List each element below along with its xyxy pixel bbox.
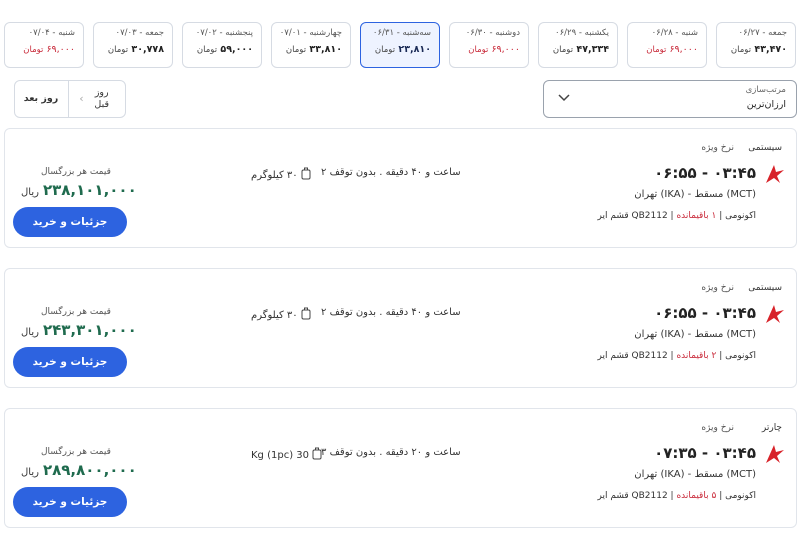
date-label: شنبه - ۰۶/۲۸ <box>651 28 698 38</box>
sort-dropdown[interactable]: مرتب‌سازی ارزان‌ترین <box>543 80 797 118</box>
date-label: دوشنبه - ۰۶/۳۰ <box>465 28 520 38</box>
details-buy-button[interactable]: جزئیات و خرید <box>13 347 127 377</box>
flight-price: ۲۴۳,۳۰۱,۰۰۰ریال <box>21 321 137 339</box>
next-day-button[interactable]: روز بعد <box>15 81 67 117</box>
flight-card: چارتر نرخ ویژه ۰۷:۳۵ - ۰۳:۴۵ تهران (IKA)… <box>4 408 797 528</box>
flight-card: سیستمی نرخ ویژه ۰۶:۵۵ - ۰۳:۴۵ تهران (IKA… <box>4 268 797 388</box>
date-card[interactable]: جمعه - ۰۶/۲۷ ۴۳,۴۷۰ تومان <box>716 22 796 68</box>
baggage-allowance: 30 Kg (1pc) <box>251 447 322 463</box>
date-price: ۶۹,۰۰۰ تومان <box>23 44 75 55</box>
luggage-icon <box>312 447 322 463</box>
flight-price: ۲۳۸,۱۰۱,۰۰۰ریال <box>21 181 137 199</box>
date-card[interactable]: شنبه - ۰۷/۰۴ ۶۹,۰۰۰ تومان <box>4 22 84 68</box>
price-label: قیمت هر بزرگسال <box>41 447 111 457</box>
date-label: پنجشنبه - ۰۷/۰۲ <box>195 28 253 38</box>
date-price: ۳۰,۷۷۸ تومان <box>107 44 164 55</box>
flight-route: تهران (IKA) - مسقط (MCT) <box>634 329 756 340</box>
airline-info: قشم ایر QB2112 | اکونومی | ۲ باقیمانده <box>597 351 756 361</box>
flight-duration: ۲ ساعت و ۴۰ دقیقه . بدون توقف <box>321 307 461 318</box>
luggage-icon <box>301 307 311 323</box>
date-label: سه‌شنبه - ۰۶/۳۱ <box>372 28 431 38</box>
price-label: قیمت هر بزرگسال <box>41 167 111 177</box>
details-buy-button[interactable]: جزئیات و خرید <box>13 487 127 517</box>
details-buy-button[interactable]: جزئیات و خرید <box>13 207 127 237</box>
flight-route: تهران (IKA) - مسقط (MCT) <box>634 189 756 200</box>
date-price: ۶۹,۰۰۰ تومان <box>646 44 698 55</box>
seats-left: ۱ باقیمانده <box>676 211 717 221</box>
flight-times: ۰۷:۳۵ - ۰۳:۴۵ <box>654 444 756 462</box>
fare-type: نرخ ویژه <box>701 143 734 153</box>
date-selector: جمعه - ۰۶/۲۷ ۴۳,۴۷۰ تومان شنبه - ۰۶/۲۸ ۶… <box>4 22 800 70</box>
seats-left: ۲ باقیمانده <box>676 351 717 361</box>
baggage-allowance: ۳۰ کیلوگرم <box>251 307 311 323</box>
baggage-allowance: ۳۰ کیلوگرم <box>251 167 311 183</box>
date-label: شنبه - ۰۷/۰۴ <box>28 28 75 38</box>
price-label: قیمت هر بزرگسال <box>41 307 111 317</box>
airline-info: قشم ایر QB2112 | اکونومی | ۵ باقیمانده <box>597 491 756 501</box>
date-price: ۳۳,۸۱۰ تومان <box>285 44 342 55</box>
airline-logo-icon <box>764 303 786 325</box>
fare-type: نرخ ویژه <box>701 283 734 293</box>
date-price: ۴۷,۳۳۴ تومان <box>552 44 609 55</box>
date-card[interactable]: چهارشنبه - ۰۷/۰۱ ۳۳,۸۱۰ تومان <box>271 22 351 68</box>
flight-duration: ۳ ساعت و ۲۰ دقیقه . بدون توقف <box>321 447 461 458</box>
fare-type: نرخ ویژه <box>701 423 734 433</box>
date-price: ۲۳,۸۱۰ تومان <box>374 44 431 55</box>
prev-day-button[interactable]: روز قبل › <box>68 81 126 117</box>
date-card[interactable]: شنبه - ۰۶/۲۸ ۶۹,۰۰۰ تومان <box>627 22 707 68</box>
flight-price: ۲۸۹,۸۰۰,۰۰۰ریال <box>21 461 137 479</box>
flight-card: سیستمی نرخ ویژه ۰۶:۵۵ - ۰۳:۴۵ تهران (IKA… <box>4 128 797 248</box>
prev-day-label: روز قبل <box>94 87 109 110</box>
flight-duration: ۲ ساعت و ۴۰ دقیقه . بدون توقف <box>321 167 461 178</box>
flight-times: ۰۶:۵۵ - ۰۳:۴۵ <box>654 304 756 322</box>
chevron-right-icon: › <box>79 92 84 105</box>
day-navigation: روز بعد روز قبل › <box>14 80 126 118</box>
sort-label: مرتب‌سازی <box>745 85 786 95</box>
flight-times: ۰۶:۵۵ - ۰۳:۴۵ <box>654 164 756 182</box>
flight-route: تهران (IKA) - مسقط (MCT) <box>634 469 756 480</box>
date-card[interactable]: یکشنبه - ۰۶/۲۹ ۴۷,۳۳۴ تومان <box>538 22 618 68</box>
date-label: جمعه - ۰۶/۲۷ <box>738 28 787 38</box>
date-card[interactable]: پنجشنبه - ۰۷/۰۲ ۵۹,۰۰۰ تومان <box>182 22 262 68</box>
date-label: یکشنبه - ۰۶/۲۹ <box>555 28 609 38</box>
date-label: چهارشنبه - ۰۷/۰۱ <box>279 28 342 38</box>
seats-left: ۵ باقیمانده <box>676 491 717 501</box>
flight-type: سیستمی <box>748 143 782 153</box>
date-price: ۶۹,۰۰۰ تومان <box>468 44 520 55</box>
sort-value: ارزان‌ترین <box>746 99 786 110</box>
date-card[interactable]: جمعه - ۰۷/۰۳ ۳۰,۷۷۸ تومان <box>93 22 173 68</box>
date-price: ۴۳,۴۷۰ تومان <box>730 44 787 55</box>
airline-info: قشم ایر QB2112 | اکونومی | ۱ باقیمانده <box>597 211 756 221</box>
chevron-down-icon <box>558 91 570 105</box>
date-label: جمعه - ۰۷/۰۳ <box>115 28 164 38</box>
date-price: ۵۹,۰۰۰ تومان <box>196 44 253 55</box>
airline-logo-icon <box>764 443 786 465</box>
luggage-icon <box>301 167 311 183</box>
airline-logo-icon <box>764 163 786 185</box>
flight-type: سیستمی <box>748 283 782 293</box>
flight-type: چارتر <box>761 423 782 433</box>
date-card-selected[interactable]: سه‌شنبه - ۰۶/۳۱ ۲۳,۸۱۰ تومان <box>360 22 440 68</box>
date-card[interactable]: دوشنبه - ۰۶/۳۰ ۶۹,۰۰۰ تومان <box>449 22 529 68</box>
